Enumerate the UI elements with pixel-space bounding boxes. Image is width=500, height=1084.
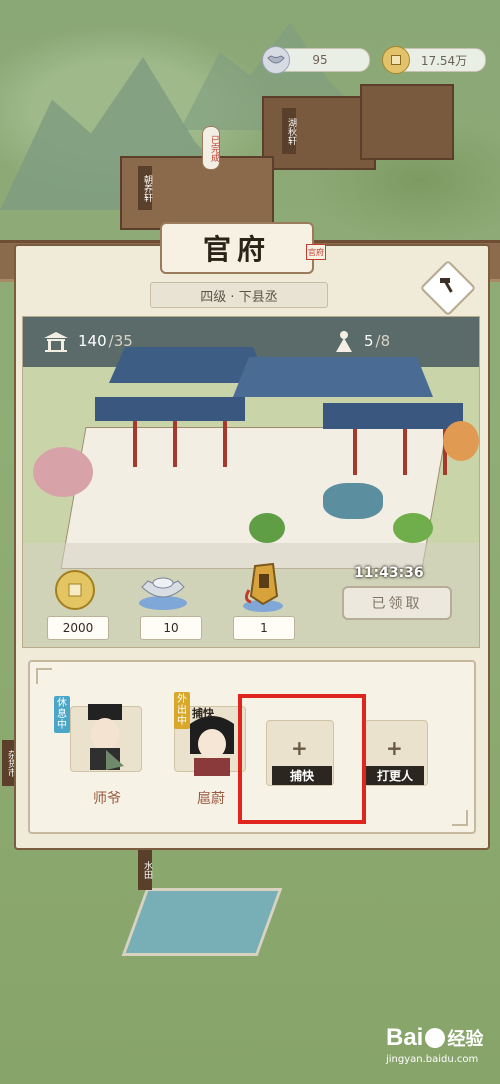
visitor-cap: /8 <box>375 332 391 350</box>
map-sign-east: 朝养轩 <box>138 166 152 210</box>
status-badge: 休息中 <box>54 696 70 733</box>
staff-cap: /35 <box>108 332 133 350</box>
paddy-field[interactable] <box>121 888 283 956</box>
status-text: 休息中 <box>57 698 67 731</box>
highlight-box <box>238 694 366 824</box>
role-tag: 捕快 <box>192 707 214 720</box>
silver-ingot-icon <box>136 572 190 612</box>
title-seal: 官府 <box>306 244 326 260</box>
token-icon <box>236 560 290 616</box>
copper-coin-icon <box>382 46 410 74</box>
countdown-timer: 11:43:36 <box>354 565 424 581</box>
watermark-url: jingyan.baidu.com <box>386 1054 479 1065</box>
claim-button[interactable]: 已领取 <box>342 586 452 620</box>
map-sign-north: 湖秋轩 <box>282 108 296 154</box>
baidu-watermark: Bai 经验 jingyan.baidu.com <box>386 1024 496 1080</box>
add-icon: + <box>386 736 403 760</box>
copper-value: 17.54万 <box>420 53 468 68</box>
reward-value: 2000 <box>47 616 109 640</box>
slot-label: 打更人 <box>366 766 424 785</box>
rank-label: 四级 · 下县丞 <box>150 282 328 308</box>
corner-ornament <box>452 810 468 826</box>
corner-ornament <box>36 668 52 684</box>
copper-coin-icon <box>48 570 102 610</box>
pavilion-icon <box>42 330 70 352</box>
reward-value: 10 <box>140 616 202 640</box>
status-text: 外出中 <box>177 694 187 727</box>
staff-capacity: 140/35 <box>42 330 133 352</box>
silver-icon <box>262 46 290 74</box>
hammer-icon <box>434 272 460 298</box>
huwei-avatar <box>182 714 242 778</box>
staff-count: 140 <box>78 332 107 350</box>
person-icon <box>334 330 354 352</box>
map-building-north[interactable] <box>262 96 376 170</box>
watermark-brand2: 经验 <box>447 1029 484 1049</box>
watermark-brand: Bai <box>386 1024 424 1051</box>
map-building-east[interactable] <box>360 84 454 160</box>
map-sign-field: 水田 <box>138 850 152 890</box>
visitor-count: 5 <box>364 332 374 350</box>
staff-name: 扈蔚 <box>197 791 225 807</box>
staff-name: 师爷 <box>93 791 121 807</box>
shiye-avatar <box>76 704 136 770</box>
silver-value: 95 <box>312 53 328 67</box>
status-badge: 外出中 <box>174 692 190 729</box>
panel-title: 官府 <box>160 222 314 274</box>
map-sign-gate: 已完成 <box>202 126 220 170</box>
reward-value: 1 <box>233 616 295 640</box>
paw-icon <box>425 1028 446 1048</box>
visitor-capacity: 5/8 <box>334 330 390 352</box>
